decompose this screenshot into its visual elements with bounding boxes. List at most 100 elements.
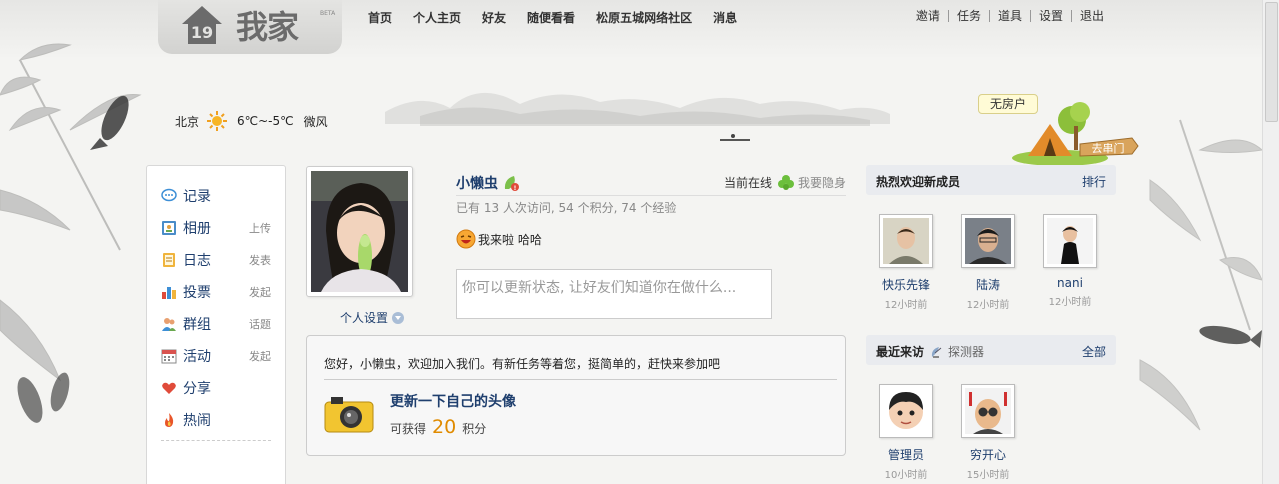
site-logo[interactable]: 19 我家 BETA: [158, 0, 342, 54]
sidebar-item-record[interactable]: 记录: [147, 180, 285, 212]
personal-settings-label: 个人设置: [340, 311, 389, 325]
new-members-header: 热烈欢迎新成员 排行: [866, 165, 1116, 195]
house-logo-icon: 19: [182, 6, 222, 44]
weather-widget: 北京 6℃~-5℃ 微风: [175, 111, 328, 131]
link-invite[interactable]: 邀请: [908, 10, 948, 22]
logo-mark-text: 19: [191, 23, 213, 42]
new-task-box: 您好，小懒虫，欢迎加入我们。有新任务等着您，挺简单的，赶快来参加吧 更新一下自己…: [306, 335, 846, 456]
personal-settings-link[interactable]: 个人设置: [340, 309, 405, 326]
reward-prefix: 可获得: [390, 422, 427, 436]
heart-share-icon: [162, 382, 176, 394]
sidebar-item-poll[interactable]: 投票 发起: [147, 276, 285, 308]
visitor-card[interactable]: 穷开心 15小时前: [958, 384, 1018, 481]
member-avatar[interactable]: [961, 214, 1015, 268]
sidebar-item-group[interactable]: 群组 话题: [147, 308, 285, 340]
visitor-photo: [883, 388, 929, 434]
reward-points: 20: [432, 416, 457, 438]
online-text: 当前在线: [724, 176, 773, 190]
detector-link[interactable]: 探测器: [930, 343, 984, 360]
sidebar-item-label: 记录: [183, 189, 211, 205]
visitor-card[interactable]: 管理员 10小时前: [876, 384, 936, 481]
sidebar-item-action[interactable]: 上传: [249, 220, 271, 236]
speech-bubble-icon: [161, 188, 177, 202]
link-settings[interactable]: 设置: [1029, 10, 1071, 22]
nav-home[interactable]: 首页: [368, 9, 392, 26]
sidebar-item-blog[interactable]: 日志 发表: [147, 244, 285, 276]
sidebar-item-label: 活动: [183, 349, 211, 365]
weather-temp: 6℃~-5℃: [237, 114, 294, 128]
visitor-name[interactable]: 穷开心: [958, 446, 1018, 463]
sidebar-item-action[interactable]: 话题: [249, 316, 271, 332]
new-members-title: 热烈欢迎新成员: [876, 175, 961, 189]
member-time: 12小时前: [966, 300, 1010, 311]
hide-online-link[interactable]: 我要隐身: [798, 174, 846, 191]
view-all-link[interactable]: 全部: [1082, 343, 1106, 360]
visitor-avatar[interactable]: [879, 384, 933, 438]
nav-browse[interactable]: 随便看看: [527, 9, 575, 26]
member-card[interactable]: 快乐先锋 12小时前: [876, 214, 936, 311]
sidebar-item-share[interactable]: 分享: [147, 372, 285, 404]
camera-icon: [324, 397, 374, 433]
task-title[interactable]: 更新一下自己的头像: [390, 391, 516, 411]
member-photo: [1047, 218, 1093, 264]
sidebar-item-label: 分享: [183, 381, 211, 397]
profile-divider: [456, 195, 846, 196]
svg-text:!: !: [514, 185, 517, 192]
top-links: 邀请 任务 道具 设置 退出: [908, 10, 1112, 22]
member-card[interactable]: nani 12小时前: [1040, 214, 1100, 308]
go-visit-sign[interactable]: 去串门: [1080, 140, 1136, 160]
task-welcome-text: 您好，小懒虫，欢迎加入我们。有新任务等着您，挺简单的，赶快来参加吧: [324, 357, 721, 371]
nav-messages[interactable]: 消息: [713, 9, 737, 26]
radar-dish-icon: [931, 346, 942, 358]
nav-profile[interactable]: 个人主页: [413, 9, 461, 26]
member-photo: [883, 218, 929, 264]
member-card[interactable]: 陆涛 12小时前: [958, 214, 1018, 311]
bar-chart-icon: [162, 287, 176, 299]
member-avatar[interactable]: [879, 214, 933, 268]
clover-icon: [778, 174, 795, 190]
recent-visitors-title-wrap: 最近来访 探测器: [876, 343, 984, 360]
scrollbar-thumb[interactable]: [1265, 2, 1278, 122]
nav-friends[interactable]: 好友: [482, 9, 506, 26]
sidebar-item-event[interactable]: 活动 发起: [147, 340, 285, 372]
visitor-photo: [965, 388, 1011, 434]
member-name[interactable]: 陆涛: [958, 276, 1018, 293]
member-time: 12小时前: [1048, 297, 1092, 308]
main-nav: 首页 个人主页 好友 随便看看 松原五城网络社区 消息: [368, 9, 758, 26]
sun-icon: [207, 111, 228, 131]
member-time: 12小时前: [884, 300, 928, 311]
sidebar-item-action[interactable]: 发起: [249, 284, 271, 300]
ranking-link[interactable]: 排行: [1082, 173, 1106, 190]
sidebar-item-label: 日志: [183, 253, 211, 269]
sidebar-item-hot[interactable]: 热闹: [147, 404, 285, 436]
member-avatar[interactable]: [1043, 214, 1097, 268]
user-name-text: 小懒虫: [456, 176, 498, 192]
online-status: 当前在线 我要隐身: [724, 174, 846, 191]
member-name[interactable]: nani: [1040, 276, 1100, 290]
vertical-scrollbar[interactable]: [1262, 0, 1279, 484]
member-name[interactable]: 快乐先锋: [876, 276, 936, 293]
visitor-avatar[interactable]: [961, 384, 1015, 438]
sidebar-item-action[interactable]: 发表: [249, 252, 271, 268]
link-props[interactable]: 道具: [988, 10, 1030, 22]
flame-icon: [165, 413, 174, 427]
weather-wind: 微风: [303, 114, 328, 129]
task-divider: [324, 379, 837, 380]
sidebar-item-label: 热闹: [183, 413, 211, 429]
sidebar-item-action[interactable]: 发起: [249, 348, 271, 364]
user-name[interactable]: 小懒虫 !: [456, 173, 520, 193]
link-tasks[interactable]: 任务: [947, 10, 989, 22]
sidebar-item-album[interactable]: 相册 上传: [147, 212, 285, 244]
nav-community[interactable]: 松原五城网络社区: [596, 9, 692, 26]
link-logout[interactable]: 退出: [1070, 10, 1112, 22]
laughing-face-icon: [456, 229, 476, 249]
status-input[interactable]: 你可以更新状态, 让好友们知道你在做什么...: [456, 269, 772, 319]
status-text: 我来啦 哈哈: [478, 232, 542, 247]
visitor-name[interactable]: 管理员: [876, 446, 936, 463]
sidebar-item-label: 投票: [183, 285, 211, 301]
task-reward: 可获得 20 积分: [390, 416, 486, 438]
user-avatar[interactable]: [306, 166, 413, 297]
logo-text: 我家: [236, 8, 299, 46]
detector-text: 探测器: [948, 345, 985, 359]
profile-stats: 已有 13 人次访问, 54 个积分, 74 个经验: [456, 201, 677, 215]
